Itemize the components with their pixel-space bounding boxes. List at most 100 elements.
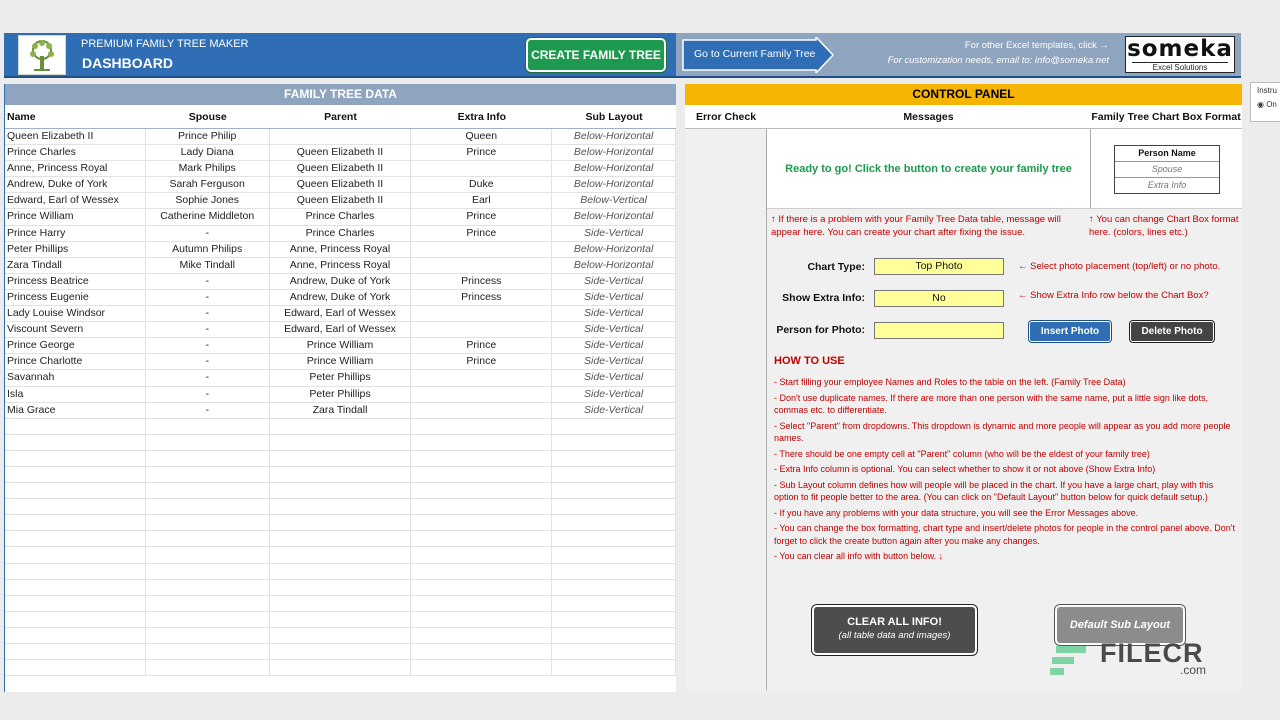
- name-cell[interactable]: [5, 547, 146, 563]
- name-cell[interactable]: [5, 418, 146, 434]
- go-to-current-family-tree-button[interactable]: Go to Current Family Tree: [682, 37, 834, 73]
- extra-info-cell[interactable]: [411, 611, 553, 627]
- extra-info-cell[interactable]: [411, 241, 553, 257]
- extra-info-cell[interactable]: Prince: [411, 225, 553, 241]
- create-family-tree-button[interactable]: CREATE FAMILY TREE: [526, 38, 666, 72]
- name-cell[interactable]: Mia Grace: [5, 402, 146, 418]
- sub-layout-cell[interactable]: [552, 499, 676, 515]
- parent-cell[interactable]: Queen Elizabeth II: [270, 145, 412, 161]
- sub-layout-cell[interactable]: [552, 627, 676, 643]
- spouse-cell[interactable]: [146, 434, 270, 450]
- name-cell[interactable]: [5, 450, 146, 466]
- name-cell[interactable]: Princess Eugenie: [5, 289, 146, 306]
- name-cell[interactable]: Andrew, Duke of York: [5, 177, 146, 193]
- name-cell[interactable]: [5, 579, 146, 595]
- name-cell[interactable]: Queen Elizabeth II: [5, 129, 146, 145]
- spouse-cell[interactable]: [146, 563, 270, 579]
- parent-cell[interactable]: Queen Elizabeth II: [270, 177, 412, 193]
- sub-layout-cell[interactable]: Below-Horizontal: [552, 161, 676, 177]
- extra-info-cell[interactable]: Princess: [411, 273, 553, 289]
- parent-cell[interactable]: Peter Phillips: [270, 370, 412, 386]
- spouse-cell[interactable]: [146, 450, 270, 466]
- format-extra-info[interactable]: Extra Info: [1115, 178, 1219, 194]
- sub-layout-cell[interactable]: Side-Vertical: [552, 386, 676, 402]
- name-cell[interactable]: [5, 499, 146, 515]
- name-cell[interactable]: [5, 644, 146, 660]
- insert-photo-button[interactable]: Insert Photo: [1029, 321, 1111, 342]
- extra-info-cell[interactable]: [411, 306, 553, 322]
- spouse-cell[interactable]: Lady Diana: [146, 145, 270, 161]
- parent-cell[interactable]: Anne, Princess Royal: [270, 257, 412, 273]
- spouse-cell[interactable]: [146, 531, 270, 547]
- sub-layout-cell[interactable]: [552, 450, 676, 466]
- parent-cell[interactable]: [270, 611, 412, 627]
- extra-info-cell[interactable]: Duke: [411, 177, 553, 193]
- spouse-cell[interactable]: -: [146, 225, 270, 241]
- show-extra-info-select[interactable]: No: [874, 290, 1004, 307]
- name-cell[interactable]: [5, 531, 146, 547]
- sub-layout-cell[interactable]: Below-Horizontal: [552, 257, 676, 273]
- parent-cell[interactable]: Andrew, Duke of York: [270, 273, 412, 289]
- parent-cell[interactable]: Anne, Princess Royal: [270, 241, 412, 257]
- spouse-cell[interactable]: Mike Tindall: [146, 257, 270, 273]
- extra-info-cell[interactable]: Earl: [411, 193, 553, 209]
- name-cell[interactable]: Prince Charlotte: [5, 354, 146, 370]
- sub-layout-cell[interactable]: Side-Vertical: [552, 370, 676, 386]
- extra-info-cell[interactable]: [411, 660, 553, 676]
- sub-layout-cell[interactable]: Side-Vertical: [552, 273, 676, 289]
- sub-layout-cell[interactable]: Below-Vertical: [552, 193, 676, 209]
- extra-info-cell[interactable]: Prince: [411, 354, 553, 370]
- sub-layout-cell[interactable]: [552, 531, 676, 547]
- spouse-cell[interactable]: [146, 611, 270, 627]
- parent-cell[interactable]: Peter Phillips: [270, 386, 412, 402]
- format-spouse[interactable]: Spouse: [1115, 162, 1219, 178]
- name-cell[interactable]: Prince William: [5, 209, 146, 225]
- parent-cell[interactable]: Edward, Earl of Wessex: [270, 322, 412, 338]
- delete-photo-button[interactable]: Delete Photo: [1130, 321, 1214, 342]
- parent-cell[interactable]: [270, 450, 412, 466]
- spouse-cell[interactable]: Catherine Middleton: [146, 209, 270, 225]
- parent-cell[interactable]: [270, 515, 412, 531]
- extra-info-cell[interactable]: [411, 322, 553, 338]
- spouse-cell[interactable]: [146, 418, 270, 434]
- extra-info-cell[interactable]: [411, 483, 553, 499]
- name-cell[interactable]: Anne, Princess Royal: [5, 161, 146, 177]
- extra-info-cell[interactable]: [411, 563, 553, 579]
- parent-cell[interactable]: [270, 466, 412, 483]
- parent-cell[interactable]: [270, 531, 412, 547]
- parent-cell[interactable]: Andrew, Duke of York: [270, 289, 412, 306]
- spouse-cell[interactable]: [146, 466, 270, 483]
- extra-info-cell[interactable]: Prince: [411, 145, 553, 161]
- spouse-cell[interactable]: -: [146, 289, 270, 306]
- name-cell[interactable]: Prince Charles: [5, 145, 146, 161]
- extra-info-cell[interactable]: Prince: [411, 338, 553, 354]
- extra-info-cell[interactable]: [411, 547, 553, 563]
- parent-cell[interactable]: [270, 627, 412, 643]
- spouse-cell[interactable]: [146, 515, 270, 531]
- name-cell[interactable]: Zara Tindall: [5, 257, 146, 273]
- name-cell[interactable]: Peter Phillips: [5, 241, 146, 257]
- sub-layout-cell[interactable]: [552, 579, 676, 595]
- format-person-name[interactable]: Person Name: [1115, 146, 1219, 162]
- extra-info-cell[interactable]: [411, 161, 553, 177]
- sub-layout-cell[interactable]: [552, 466, 676, 483]
- sub-layout-cell[interactable]: Side-Vertical: [552, 306, 676, 322]
- spouse-cell[interactable]: Prince Philip: [146, 129, 270, 145]
- instructions-option[interactable]: ◉ On: [1257, 100, 1280, 109]
- sub-layout-cell[interactable]: [552, 563, 676, 579]
- extra-info-cell[interactable]: Queen: [411, 129, 553, 145]
- spouse-cell[interactable]: [146, 499, 270, 515]
- spouse-cell[interactable]: -: [146, 354, 270, 370]
- extra-info-cell[interactable]: [411, 257, 553, 273]
- parent-cell[interactable]: Edward, Earl of Wessex: [270, 306, 412, 322]
- sub-layout-cell[interactable]: Below-Horizontal: [552, 209, 676, 225]
- sub-layout-cell[interactable]: Below-Horizontal: [552, 241, 676, 257]
- name-cell[interactable]: [5, 434, 146, 450]
- parent-cell[interactable]: [270, 129, 412, 145]
- extra-info-cell[interactable]: [411, 370, 553, 386]
- extra-info-cell[interactable]: [411, 418, 553, 434]
- spouse-cell[interactable]: -: [146, 338, 270, 354]
- name-cell[interactable]: Savannah: [5, 370, 146, 386]
- sub-layout-cell[interactable]: Side-Vertical: [552, 322, 676, 338]
- spouse-cell[interactable]: -: [146, 322, 270, 338]
